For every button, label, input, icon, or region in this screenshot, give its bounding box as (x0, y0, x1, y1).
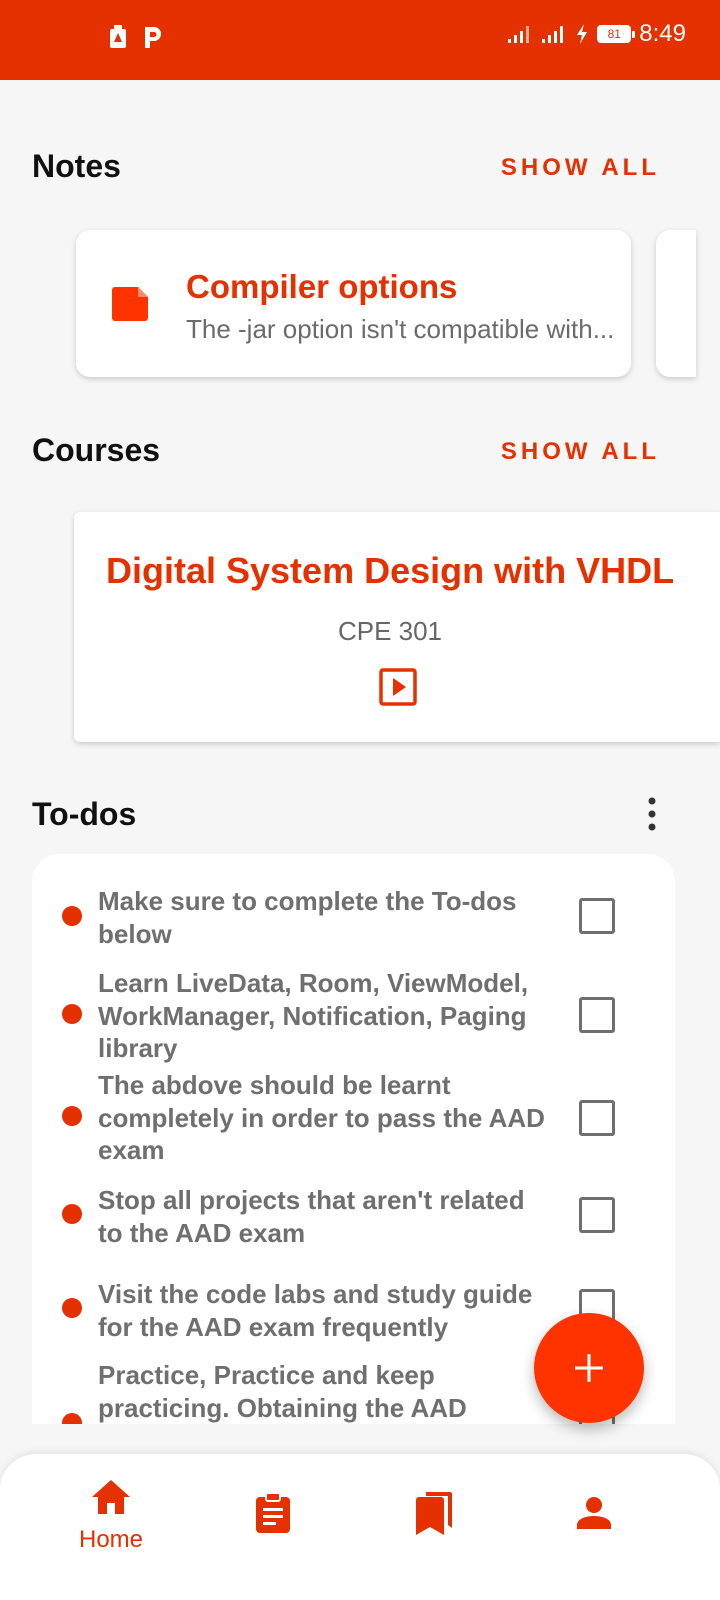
note-subtitle: The -jar option isn't compatible with... (186, 314, 615, 344)
bullet-dot (62, 1004, 82, 1024)
parking-icon (145, 27, 161, 48)
todo-text: Learn LiveData, Room, ViewModel, WorkMan… (98, 968, 529, 1063)
course-title: Digital System Design with VHDL (106, 550, 675, 591)
todo-text: The abdove should be learnt completely i… (98, 1070, 545, 1165)
plus-icon (575, 1354, 603, 1382)
todo-text: Visit the code labs and study guide for … (98, 1279, 533, 1342)
notes-show-all-button[interactable]: SHOW ALL (501, 154, 660, 182)
signal-icon (542, 26, 564, 43)
nav-item-notes[interactable] (180, 1454, 360, 1600)
battery-icon: 81 (597, 25, 636, 43)
nav-item-profile[interactable] (540, 1454, 720, 1600)
nav-item-courses[interactable] (360, 1454, 540, 1600)
drive-icon (110, 25, 126, 48)
todo-checkbox[interactable] (579, 1100, 615, 1136)
assignment-icon (256, 1492, 290, 1533)
todo-text: Make sure to complete the To-dos below (98, 886, 517, 949)
todo-checkbox[interactable] (579, 1197, 615, 1233)
bullet-dot (62, 1298, 82, 1318)
note-icon (112, 287, 148, 321)
bullet-dot (62, 906, 82, 926)
course-card[interactable]: Digital System Design with VHDL CPE 301 (74, 512, 720, 742)
home-icon (92, 1480, 130, 1514)
person-icon (577, 1497, 611, 1529)
status-bar: 81 8:49 (0, 0, 720, 80)
bullet-dot (62, 1413, 82, 1424)
course-code: CPE 301 (337, 616, 443, 646)
todo-checkbox[interactable] (579, 997, 615, 1033)
courses-show-all-button[interactable]: SHOW ALL (501, 438, 660, 466)
bullet-dot (62, 1204, 82, 1224)
bottom-navigation: Home (0, 1454, 720, 1600)
todo-text: Stop all projects that aren't related to… (98, 1185, 525, 1248)
clock: 8:49 (639, 20, 686, 47)
play-icon[interactable] (379, 668, 417, 706)
todo-checkbox[interactable] (579, 898, 615, 934)
note-card[interactable]: Compiler options The -jar option isn't c… (76, 230, 631, 377)
add-fab-button[interactable] (534, 1313, 644, 1423)
courses-title: Courses (32, 432, 161, 468)
signal-icon (508, 26, 530, 43)
more-vert-icon[interactable] (644, 796, 660, 832)
todo-text: Practice, Practice and keep practicing. … (98, 1360, 467, 1423)
bookmarks-icon (416, 1492, 452, 1535)
nav-item-home[interactable]: Home (0, 1454, 180, 1600)
charging-icon (577, 24, 588, 44)
note-title: Compiler options (186, 268, 458, 305)
note-card-next[interactable] (656, 230, 696, 377)
notes-title: Notes (32, 148, 121, 184)
bullet-dot (62, 1106, 82, 1126)
todos-title: To-dos (32, 796, 137, 832)
